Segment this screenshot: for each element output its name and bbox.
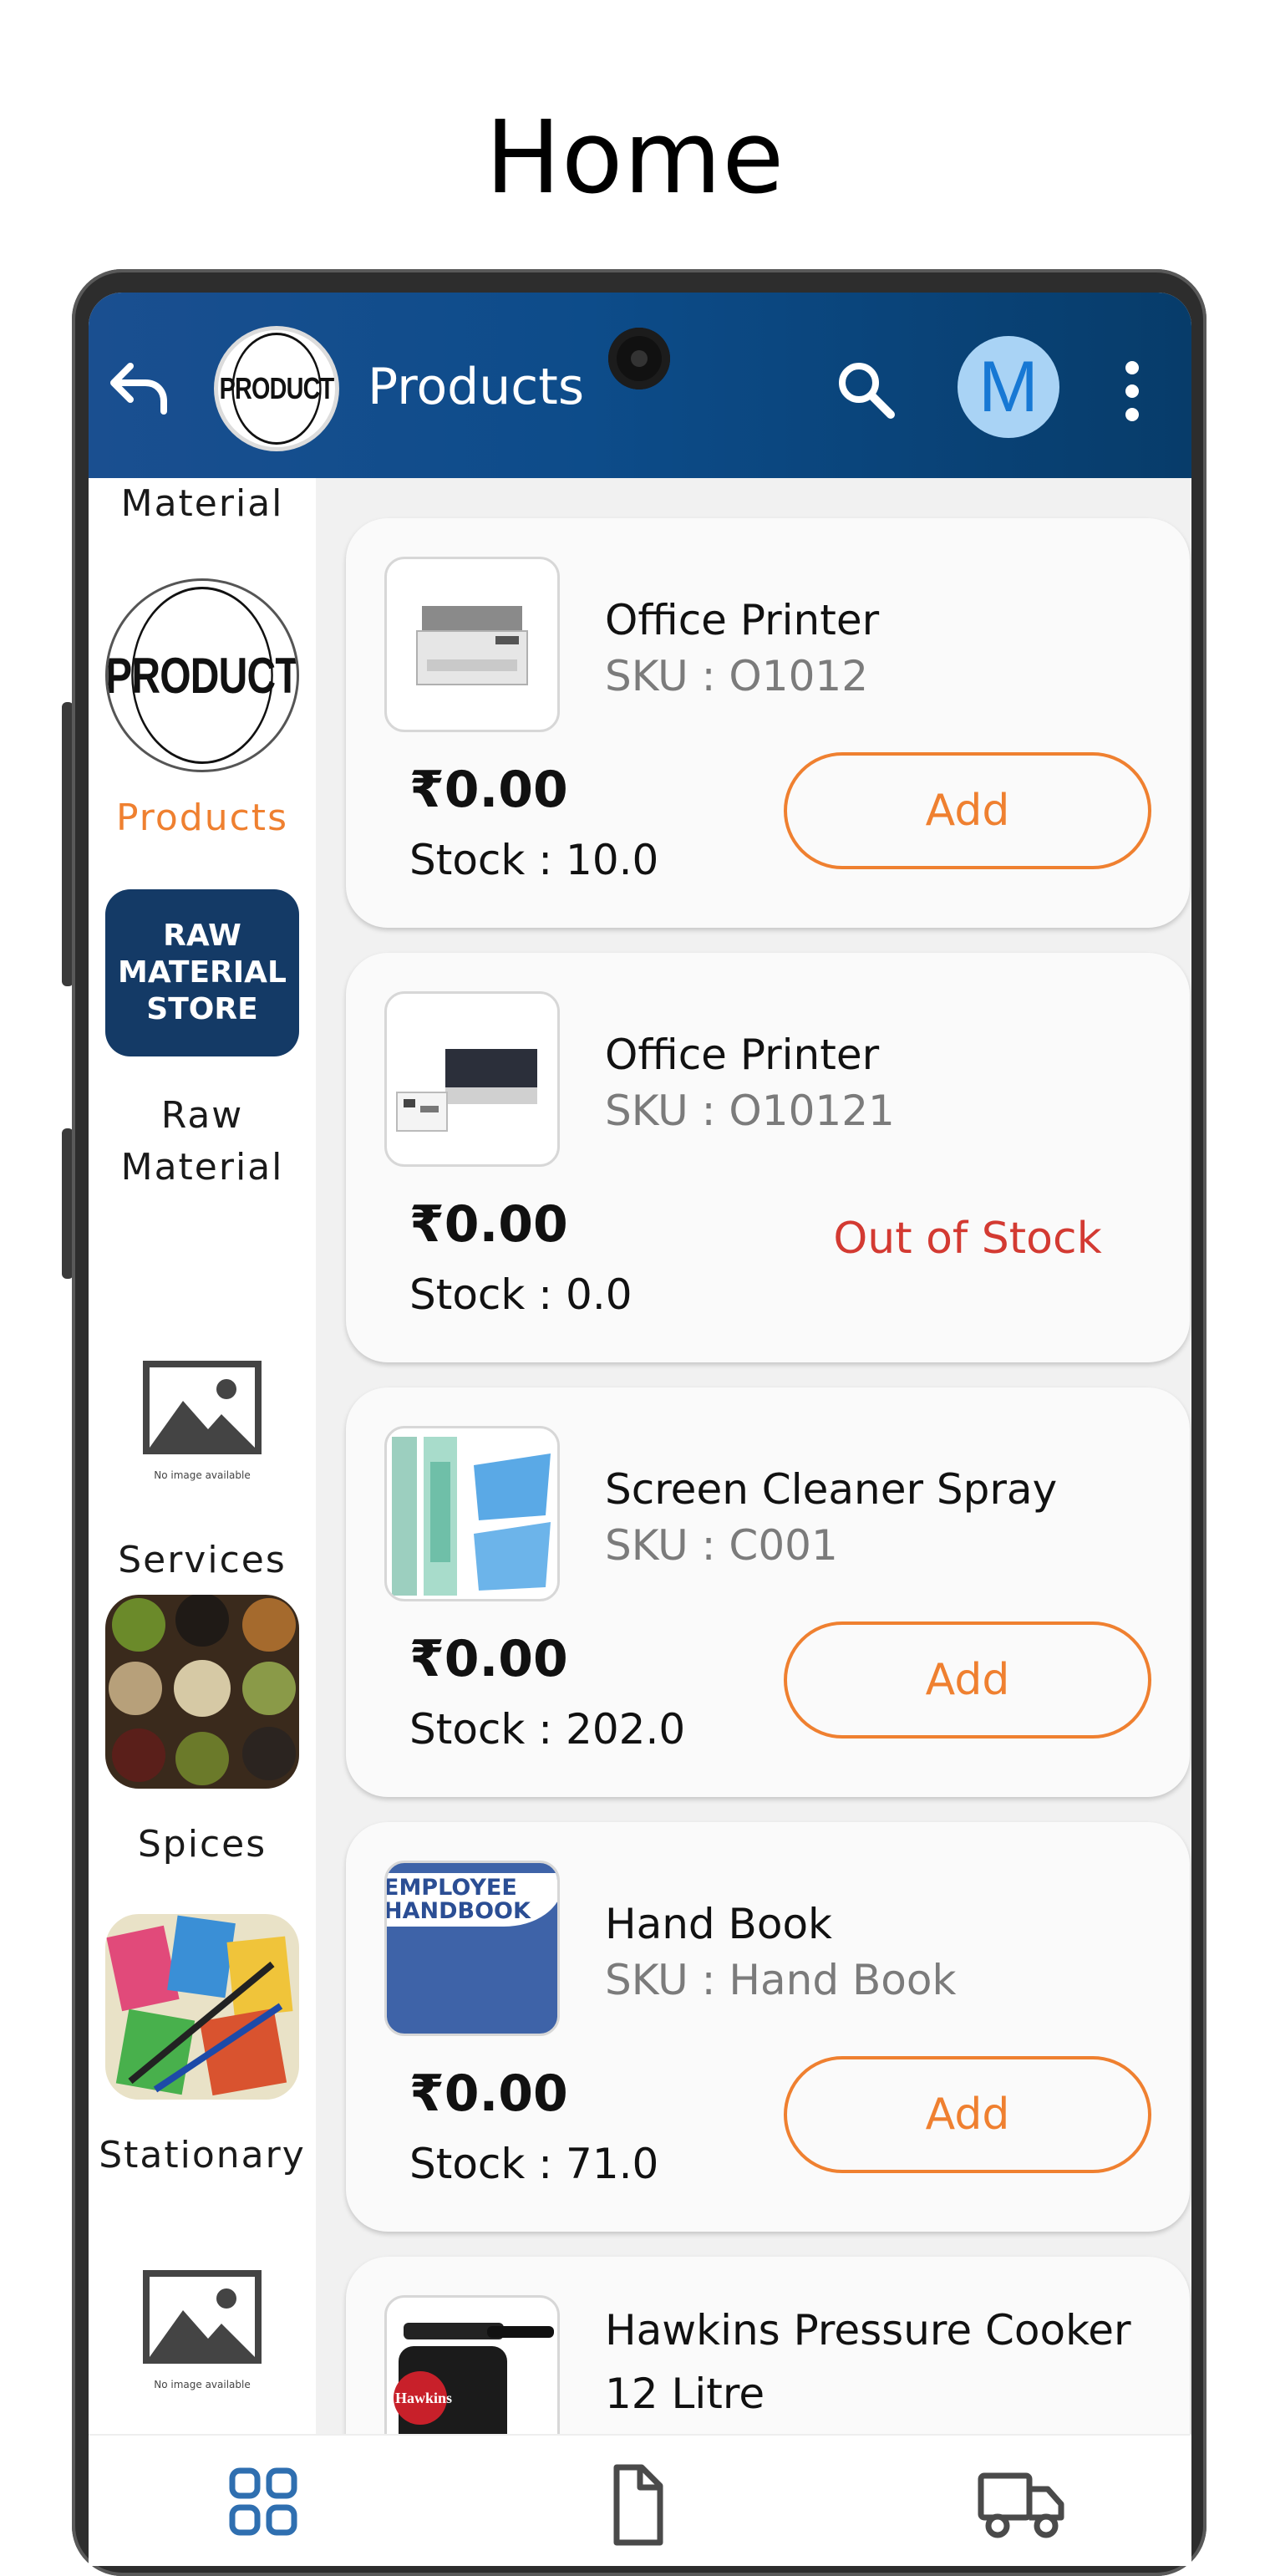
category-item-stationary[interactable]: Stationary xyxy=(89,1914,316,2181)
category-item-products[interactable]: PRODUCT Products xyxy=(89,578,316,844)
product-logo-text: PRODUCT xyxy=(220,333,334,445)
pressure-cooker-photo: Hawkins xyxy=(384,2295,560,2434)
product-stock: Stock : 202.0 xyxy=(409,1705,686,1754)
category-item-unnamed[interactable]: No image available xyxy=(89,2267,316,2392)
no-image-text: No image available xyxy=(154,1469,251,1481)
category-item-services[interactable]: No image available Services xyxy=(89,1357,316,1586)
add-button[interactable]: Add xyxy=(784,2056,1151,2173)
avatar[interactable]: M xyxy=(958,336,1059,438)
category-label: Spices xyxy=(137,1823,267,1866)
category-sidebar: Material PRODUCT Products RAW MATERIAL S… xyxy=(89,478,316,2434)
product-price: ₹0.00 xyxy=(409,761,568,819)
truck-icon[interactable] xyxy=(976,2464,1068,2548)
add-button[interactable]: Add xyxy=(784,1621,1151,1739)
product-price: ₹0.00 xyxy=(409,1195,568,1254)
spices-photo xyxy=(105,1595,299,1789)
category-label: Raw Material xyxy=(120,1094,284,1189)
raw-material-logo-line: RAW xyxy=(163,919,241,953)
raw-material-logo-line: STORE xyxy=(146,992,258,1026)
handbook-cover-text: HANDBOOK xyxy=(384,1898,531,1924)
category-label: Stationary xyxy=(99,2134,306,2176)
category-item-raw-material[interactable]: RAW MATERIAL STORE Raw Material xyxy=(89,889,316,1194)
no-image-placeholder: No image available xyxy=(140,2267,265,2392)
cleaner-spray-photo xyxy=(384,1426,560,1601)
product-card[interactable]: Screen Cleaner Spray SKU : C001 ₹0.00 St… xyxy=(346,1387,1190,1797)
page-title: Products xyxy=(368,358,585,416)
product-list: Office Printer SKU : O1012 ₹0.00 Stock :… xyxy=(316,478,1191,2434)
printer-photo xyxy=(384,557,560,732)
printer-photo xyxy=(384,991,560,1167)
product-price: ₹0.00 xyxy=(409,2064,568,2123)
product-logo: PRODUCT xyxy=(214,326,339,451)
product-name: Screen Cleaner Spray xyxy=(605,1465,1058,1514)
product-name: Office Printer xyxy=(605,596,880,644)
raw-material-logo: RAW MATERIAL STORE xyxy=(105,889,299,1056)
no-image-placeholder: No image available xyxy=(140,1357,265,1483)
product-card[interactable]: EMPLOYEE HANDBOOK Hand Book SKU : Hand B… xyxy=(346,1822,1190,2232)
phone-screen: PRODUCT Products M Material PRODUCT Prod… xyxy=(89,293,1191,2566)
product-logo-text: PRODUCT xyxy=(108,587,297,764)
product-card[interactable]: Office Printer SKU : O10121 ₹0.00 Stock … xyxy=(346,953,1190,1362)
category-label: Services xyxy=(118,1539,287,1581)
product-card[interactable]: Office Printer SKU : O1012 ₹0.00 Stock :… xyxy=(346,518,1190,928)
product-sku: SKU : O1012 xyxy=(605,652,869,700)
product-logo-image: PRODUCT xyxy=(105,578,299,772)
product-price: ₹0.00 xyxy=(409,1630,568,1688)
document-icon[interactable] xyxy=(590,2464,682,2548)
handbook-cover-text: EMPLOYEE xyxy=(384,1875,517,1901)
cooker-brand-text: Hawkins xyxy=(395,2390,453,2406)
product-stock: Stock : 71.0 xyxy=(409,2140,659,2188)
search-icon[interactable] xyxy=(832,356,899,423)
stationary-photo xyxy=(105,1914,299,2100)
product-name: Hand Book xyxy=(605,1900,832,1948)
category-label: Material xyxy=(120,482,284,525)
category-item-material[interactable]: Material xyxy=(89,478,316,530)
product-stock: Stock : 10.0 xyxy=(409,836,659,884)
product-sku: SKU : Hand Book xyxy=(605,1956,957,2004)
image-placeholder-icon xyxy=(143,1361,262,1454)
product-name: Office Printer xyxy=(605,1031,880,1079)
product-stock: Stock : 0.0 xyxy=(409,1270,632,1319)
front-camera xyxy=(608,328,670,389)
page-headline: Home xyxy=(485,100,785,216)
category-label: Products xyxy=(116,797,288,839)
out-of-stock-label: Out of Stock xyxy=(833,1214,1102,1264)
grid-icon[interactable] xyxy=(216,2464,307,2548)
image-placeholder-icon xyxy=(143,2270,262,2364)
product-card[interactable]: Hawkins Hawkins Pressure Cooker 12 Litre xyxy=(346,2257,1190,2434)
no-image-text: No image available xyxy=(154,2379,251,2390)
raw-material-logo-line: MATERIAL xyxy=(118,955,287,990)
product-sku: SKU : O10121 xyxy=(605,1087,895,1135)
more-vertical-icon[interactable] xyxy=(1111,356,1153,423)
app-bar: PRODUCT Products M xyxy=(89,293,1191,478)
product-name: Hawkins Pressure Cooker 12 Litre xyxy=(605,2306,1131,2418)
handbook-photo: EMPLOYEE HANDBOOK xyxy=(384,1861,560,2036)
product-sku: SKU : C001 xyxy=(605,1521,838,1570)
bottom-navigation xyxy=(89,2434,1191,2566)
back-arrow-icon[interactable] xyxy=(102,351,177,426)
category-item-spices[interactable]: Spices xyxy=(89,1595,316,1871)
add-button[interactable]: Add xyxy=(784,752,1151,869)
